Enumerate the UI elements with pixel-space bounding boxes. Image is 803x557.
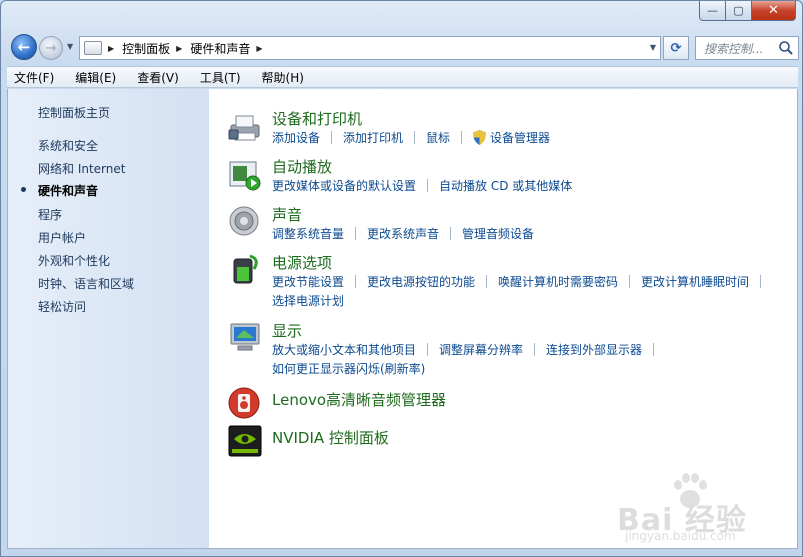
shield-icon bbox=[473, 130, 487, 145]
speaker-icon[interactable] bbox=[228, 205, 262, 237]
nvidia-icon[interactable] bbox=[228, 425, 262, 457]
choose-power-plan-link[interactable]: 选择电源计划 bbox=[272, 292, 344, 309]
sound-title[interactable]: 声音 bbox=[272, 204, 302, 225]
menu-view[interactable]: 查看(V) bbox=[132, 69, 184, 86]
lenovo-audio-icon[interactable] bbox=[228, 387, 262, 419]
refresh-rate-link[interactable]: 如何更正显示器闪烁(刷新率) bbox=[272, 360, 425, 377]
change-sounds-link[interactable]: 更改系统声音 bbox=[367, 225, 439, 242]
monitor-icon[interactable] bbox=[228, 321, 262, 353]
sleep-time-link[interactable]: 更改计算机睡眠时间 bbox=[641, 273, 749, 290]
add-printer-link[interactable]: 添加打印机 bbox=[343, 129, 403, 146]
link-divider bbox=[653, 343, 655, 356]
breadcrumb-separator-icon[interactable]: ▶ bbox=[108, 44, 114, 53]
sidebar-item-network[interactable]: 网络和 Internet bbox=[38, 160, 125, 177]
autoplay-icon[interactable] bbox=[228, 159, 262, 191]
menu-edit[interactable]: 编辑(E) bbox=[70, 69, 121, 86]
link-divider bbox=[427, 343, 429, 356]
wake-password-link[interactable]: 唤醒计算机时需要密码 bbox=[498, 273, 618, 290]
close-button[interactable]: ✕ bbox=[752, 1, 796, 21]
sidebar-item-programs[interactable]: 程序 bbox=[38, 206, 62, 223]
caption-buttons: — ▢ ✕ bbox=[699, 1, 796, 21]
forward-button[interactable]: → bbox=[39, 36, 63, 60]
devices-printers-links: 添加设备 添加打印机 鼠标 设备管理器 bbox=[272, 129, 550, 146]
sidebar: 控制面板主页 系统和安全 网络和 Internet 硬件和声音 程序 用户帐户 … bbox=[8, 89, 209, 548]
display-links-row2: 如何更正显示器闪烁(刷新率) bbox=[272, 360, 425, 377]
nvidia-title[interactable]: NVIDIA 控制面板 bbox=[272, 427, 389, 448]
device-manager-link[interactable]: 设备管理器 bbox=[490, 129, 550, 146]
change-power-saving-link[interactable]: 更改节能设置 bbox=[272, 273, 344, 290]
active-bullet-icon bbox=[21, 187, 26, 192]
power-options-title[interactable]: 电源选项 bbox=[272, 252, 332, 273]
sidebar-item-clock-region[interactable]: 时钟、语言和区域 bbox=[38, 275, 134, 292]
link-divider bbox=[427, 179, 429, 192]
back-button[interactable]: ← bbox=[11, 34, 37, 60]
maximize-button[interactable]: ▢ bbox=[726, 1, 752, 21]
menu-help[interactable]: 帮助(H) bbox=[257, 69, 309, 86]
link-divider bbox=[414, 131, 416, 144]
search-box[interactable]: 搜索控制... bbox=[695, 36, 799, 60]
breadcrumb-separator-icon[interactable]: ▶ bbox=[176, 44, 182, 53]
link-divider bbox=[450, 227, 452, 240]
add-device-link[interactable]: 添加设备 bbox=[272, 129, 320, 146]
display-title[interactable]: 显示 bbox=[272, 320, 302, 341]
navigation-bar: ← → ▼ ▶ 控制面板 ▶ 硬件和声音 ▶ ▼ ⟳ 搜索控制... bbox=[9, 32, 799, 62]
breadcrumb-hardware-sound[interactable]: 硬件和声音 bbox=[190, 40, 250, 57]
screen-resolution-link[interactable]: 调整屏幕分辨率 bbox=[439, 341, 523, 358]
control-panel-window: — ▢ ✕ ← → ▼ ▶ 控制面板 ▶ 硬件和声音 ▶ ▼ ⟳ 搜索控制...… bbox=[0, 0, 803, 557]
breadcrumb-control-panel[interactable]: 控制面板 bbox=[122, 40, 170, 57]
sidebar-item-ease-of-access[interactable]: 轻松访问 bbox=[38, 298, 86, 315]
power-options-links-row2: 选择电源计划 bbox=[272, 292, 344, 309]
control-panel-icon bbox=[84, 41, 102, 55]
address-dropdown-icon[interactable]: ▼ bbox=[650, 43, 656, 52]
forward-arrow-icon: → bbox=[45, 40, 57, 56]
refresh-button[interactable]: ⟳ bbox=[663, 36, 689, 60]
menu-tools[interactable]: 工具(T) bbox=[195, 69, 246, 86]
link-divider bbox=[534, 343, 536, 356]
power-options-links-row1: 更改节能设置 更改电源按钮的功能 唤醒计算机时需要密码 更改计算机睡眠时间 bbox=[272, 273, 772, 290]
minimize-button[interactable]: — bbox=[699, 1, 726, 21]
refresh-icon: ⟳ bbox=[670, 40, 682, 56]
change-default-media-link[interactable]: 更改媒体或设备的默认设置 bbox=[272, 177, 416, 194]
search-placeholder: 搜索控制... bbox=[704, 41, 764, 56]
link-divider bbox=[629, 275, 631, 288]
sidebar-item-appearance[interactable]: 外观和个性化 bbox=[38, 252, 110, 269]
recent-pages-dropdown[interactable]: ▼ bbox=[67, 42, 73, 51]
autoplay-cd-link[interactable]: 自动播放 CD 或其他媒体 bbox=[439, 177, 572, 194]
back-arrow-icon: ← bbox=[17, 38, 31, 56]
autoplay-title[interactable]: 自动播放 bbox=[272, 156, 332, 177]
link-divider bbox=[486, 275, 488, 288]
printer-icon[interactable] bbox=[228, 111, 262, 143]
sidebar-item-hardware-sound[interactable]: 硬件和声音 bbox=[38, 182, 98, 199]
display-links-row1: 放大或缩小文本和其他项目 调整屏幕分辨率 连接到外部显示器 bbox=[272, 341, 665, 358]
address-bar[interactable]: ▶ 控制面板 ▶ 硬件和声音 ▶ ▼ bbox=[79, 36, 661, 60]
devices-printers-title[interactable]: 设备和打印机 bbox=[272, 108, 362, 129]
sidebar-item-home[interactable]: 控制面板主页 bbox=[38, 104, 110, 121]
manage-audio-devices-link[interactable]: 管理音频设备 bbox=[462, 225, 534, 242]
link-divider bbox=[331, 131, 333, 144]
mouse-link[interactable]: 鼠标 bbox=[426, 129, 450, 146]
link-divider bbox=[355, 227, 357, 240]
autoplay-links: 更改媒体或设备的默认设置 自动播放 CD 或其他媒体 bbox=[272, 177, 572, 194]
search-icon[interactable] bbox=[778, 40, 794, 56]
sidebar-item-user-accounts[interactable]: 用户帐户 bbox=[38, 229, 86, 246]
link-divider bbox=[461, 131, 463, 144]
menu-bar: 文件(F) 编辑(E) 查看(V) 工具(T) 帮助(H) bbox=[7, 66, 798, 88]
link-divider bbox=[760, 275, 762, 288]
power-button-function-link[interactable]: 更改电源按钮的功能 bbox=[367, 273, 475, 290]
link-divider bbox=[355, 275, 357, 288]
sound-links: 调整系统音量 更改系统声音 管理音频设备 bbox=[272, 225, 534, 242]
text-size-link[interactable]: 放大或缩小文本和其他项目 bbox=[272, 341, 416, 358]
baidu-watermark: Bai 经验 jingyan.baidu.com bbox=[613, 471, 793, 546]
sidebar-item-system-security[interactable]: 系统和安全 bbox=[38, 137, 98, 154]
breadcrumb-separator-icon[interactable]: ▶ bbox=[256, 44, 262, 53]
adjust-volume-link[interactable]: 调整系统音量 bbox=[272, 225, 344, 242]
battery-icon[interactable] bbox=[228, 253, 262, 285]
menu-file[interactable]: 文件(F) bbox=[9, 69, 59, 86]
watermark-url: jingyan.baidu.com bbox=[625, 529, 736, 543]
external-display-link[interactable]: 连接到外部显示器 bbox=[546, 341, 642, 358]
lenovo-audio-title[interactable]: Lenovo高清晰音频管理器 bbox=[272, 389, 446, 410]
